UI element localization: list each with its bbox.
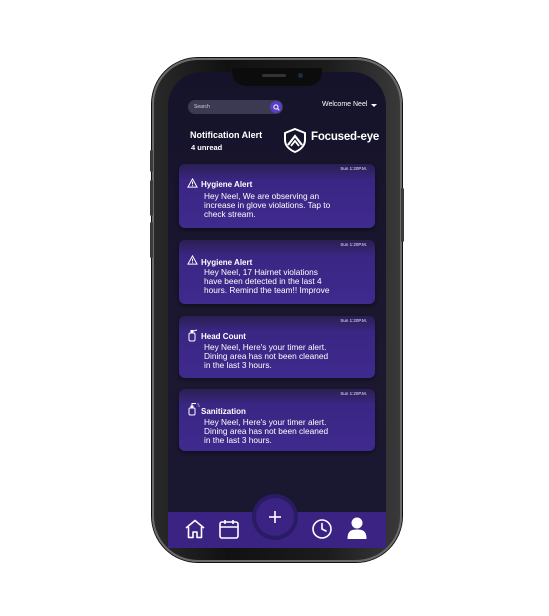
phone-notch: [232, 68, 322, 86]
notification-body: Hey Neel, 17 Hairnet violations have bee…: [204, 267, 330, 295]
home-icon[interactable]: [184, 519, 206, 539]
warning-icon: [187, 178, 198, 188]
notification-card[interactable]: Sun 1:20P.M. Sanitization Hey Neel, Here…: [179, 389, 375, 451]
search-bar[interactable]: [188, 100, 283, 114]
shield-logo-icon: [284, 127, 306, 153]
notification-card[interactable]: Sun 1:20P.M. Hygiene Alert Hey Neel, We …: [179, 164, 375, 228]
welcome-user-menu[interactable]: Welcome Neel: [322, 101, 367, 108]
notification-body: Hey Neel, Here's your timer alert. Dinin…: [204, 342, 329, 370]
page-title: Notification Alert: [190, 130, 263, 140]
warning-icon: [187, 255, 198, 265]
notification-title: Sanitization: [201, 407, 246, 416]
notification-time: Sun 1:20P.M.: [340, 242, 367, 247]
phone-side-button: [150, 180, 153, 216]
phone-speaker: [262, 74, 286, 77]
notification-body: Hey Neel, We are observing an increase i…: [204, 191, 331, 219]
add-button[interactable]: [256, 498, 294, 536]
search-icon: [272, 103, 280, 111]
add-icon: [269, 511, 281, 523]
phone-power-button: [401, 188, 404, 242]
search-button[interactable]: [270, 101, 282, 113]
notification-body: Hey Neel, Here's your timer alert. Dinin…: [204, 417, 329, 445]
unread-count: 4 unread: [191, 143, 223, 152]
calendar-icon[interactable]: [218, 519, 240, 539]
notification-card[interactable]: Sun 1:20P.M. Hygiene Alert Hey Neel, 17 …: [179, 240, 375, 304]
notification-time: Sun 1:20P.M.: [340, 391, 367, 396]
notification-time: Sun 1:20P.M.: [340, 318, 367, 323]
phone-camera: [298, 73, 303, 78]
notification-title: Hygiene Alert: [201, 258, 253, 267]
spray-bottle-icon: [188, 329, 198, 342]
sanitizer-icon: [188, 403, 200, 416]
phone-side-button: [150, 222, 153, 258]
notification-title: Head Count: [201, 332, 246, 341]
notification-time: Sun 1:20P.M.: [340, 166, 367, 171]
chevron-down-icon[interactable]: [371, 104, 377, 107]
brand-name: Focused-eye: [311, 131, 380, 143]
phone-side-button: [150, 150, 153, 172]
notification-title: Hygiene Alert: [201, 180, 253, 189]
user-icon[interactable]: [346, 516, 368, 540]
notification-card[interactable]: Sun 1:20P.M. Head Count Hey Neel, Here's…: [179, 316, 375, 378]
search-input[interactable]: [194, 102, 264, 112]
clock-icon[interactable]: [311, 518, 333, 540]
